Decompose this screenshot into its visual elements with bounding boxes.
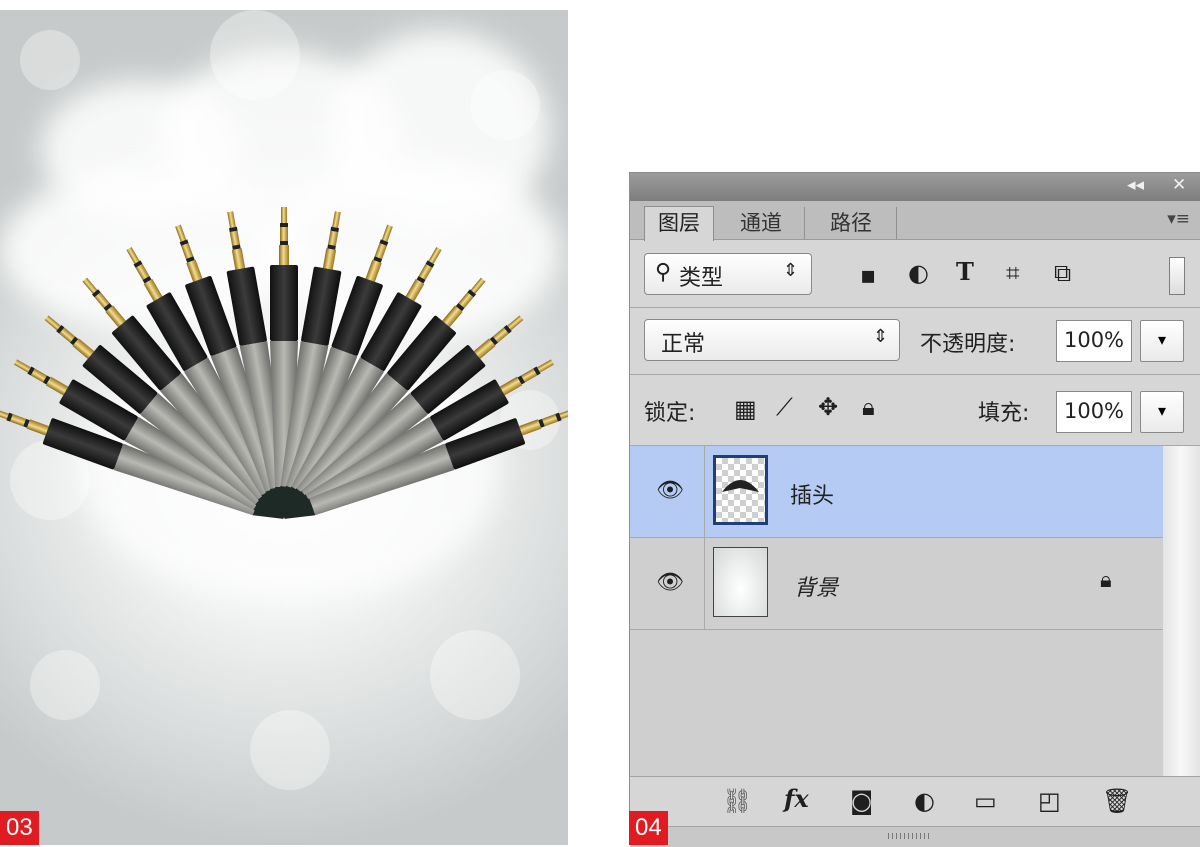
audio-plug-fan-illustration <box>0 207 568 531</box>
resize-grip[interactable] <box>630 826 1200 847</box>
adjustment-layer-icon[interactable]: ◐ <box>914 789 935 813</box>
adjustment-filter-icon[interactable]: ◐ <box>908 261 929 285</box>
visibility-toggle[interactable]: 👁︎ <box>630 446 705 538</box>
layer-row-plug[interactable]: 👁︎ 插头 <box>630 446 1163 538</box>
new-layer-icon[interactable]: ◰ <box>1038 789 1061 813</box>
opacity-dropdown[interactable]: ▾ <box>1140 320 1184 362</box>
image-filter-icon[interactable]: ▪ <box>860 263 876 287</box>
panel-bottom-toolbar: ⛓︎ fx ◙ ◐ ▭ ◰ 🗑︎ <box>630 776 1200 827</box>
lock-all-icon[interactable]: 🔒︎ <box>862 395 875 419</box>
lock-label: 锁定: <box>644 401 696 426</box>
tab-layers[interactable]: 图层 <box>644 206 714 241</box>
blend-row: 正常 ⇕ 不透明度: 100% ▾ <box>630 308 1200 374</box>
tab-channels[interactable]: 通道 <box>718 207 805 239</box>
lock-position-icon[interactable]: ✥ <box>818 395 838 419</box>
new-group-icon[interactable]: ▭ <box>974 789 997 813</box>
layer-name: 背景 <box>794 576 839 601</box>
type-filter-icon[interactable]: T <box>956 260 974 284</box>
fill-label: 填充: <box>978 401 1030 426</box>
layer-list-scrollbar[interactable] <box>1163 446 1200 776</box>
blend-mode-select[interactable]: 正常 ⇕ <box>644 319 900 361</box>
layer-thumbnail <box>713 455 768 525</box>
filter-row: ⚲ 类型 ⇕ ▪ ◐ T ⌗ ⧉ <box>630 239 1200 307</box>
lock-row: 锁定: ▦ ⟋ ✥ 🔒︎ 填充: 100% ▾ <box>630 375 1200 445</box>
panel-menu-icon[interactable]: ▾≡ <box>1167 209 1190 229</box>
figure-number-03: 03 <box>0 811 39 845</box>
add-mask-icon[interactable]: ◙ <box>850 789 873 813</box>
panel-tabs: 图层 通道 路径 ▾≡ <box>630 201 1200 241</box>
close-icon[interactable]: ✕ <box>1172 175 1186 195</box>
eye-icon: 👁︎ <box>656 570 684 595</box>
stepper-icon: ⇕ <box>783 260 799 281</box>
fill-dropdown[interactable]: ▾ <box>1140 391 1184 433</box>
panel-title-bar[interactable]: ◂◂ ✕ <box>630 173 1200 201</box>
opacity-input[interactable]: 100% <box>1056 320 1132 362</box>
plug-fan-thumbnail-icon <box>722 480 759 492</box>
figure-number-04: 04 <box>629 811 668 845</box>
layers-panel: ◂◂ ✕ 图层 通道 路径 ▾≡ ⚲ 类型 ⇕ ▪ ◐ T ⌗ ⧉ 正常 ⇕ 不… <box>629 172 1200 847</box>
search-icon: ⚲ <box>655 260 672 285</box>
blend-mode-value: 正常 <box>661 332 706 357</box>
lock-image-pixels-icon[interactable]: ⟋ <box>776 395 793 419</box>
visibility-toggle[interactable]: 👁︎ <box>630 538 705 630</box>
layer-list: 👁︎ 插头 👁︎ 背景 🔒︎ <box>630 446 1163 776</box>
layer-name: 插头 <box>790 484 835 509</box>
collapse-icon[interactable]: ◂◂ <box>1127 175 1144 195</box>
layer-row-background[interactable]: 👁︎ 背景 🔒︎ <box>630 538 1163 630</box>
trash-icon[interactable]: 🗑︎ <box>1102 789 1132 813</box>
opacity-label: 不透明度: <box>920 332 1016 357</box>
eye-icon: 👁︎ <box>656 478 684 503</box>
smart-object-filter-icon[interactable]: ⧉ <box>1054 261 1071 285</box>
lock-transparent-pixels-icon[interactable]: ▦ <box>734 397 757 421</box>
link-layers-icon[interactable]: ⛓︎ <box>722 789 752 813</box>
filter-kind-select[interactable]: ⚲ 类型 ⇕ <box>644 253 812 295</box>
layer-thumbnail <box>713 547 768 617</box>
layer-lock-icon: 🔒︎ <box>1100 568 1112 593</box>
tab-paths[interactable]: 路径 <box>806 207 897 239</box>
stepper-icon: ⇕ <box>873 326 889 347</box>
shape-filter-icon[interactable]: ⌗ <box>1006 261 1020 285</box>
fx-icon[interactable]: fx <box>784 787 809 811</box>
artwork-canvas <box>0 10 568 845</box>
fill-input[interactable]: 100% <box>1056 391 1132 433</box>
filter-kind-label: 类型 <box>679 266 724 291</box>
filter-toggle-switch[interactable] <box>1169 257 1185 295</box>
